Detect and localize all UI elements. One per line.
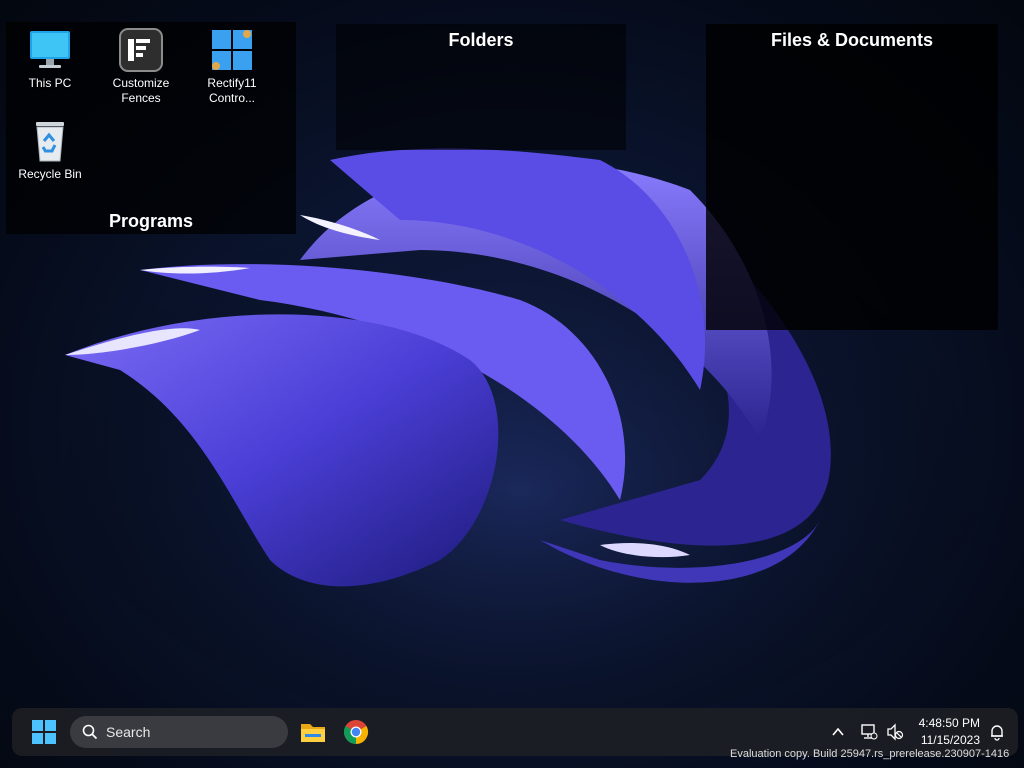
chevron-up-icon	[832, 727, 844, 736]
start-button[interactable]	[32, 720, 56, 744]
programs-fence-title: Programs	[108, 211, 194, 231]
desktop-icon-this-pc[interactable]: This PC	[10, 28, 90, 91]
desktop-icon-label: Recycle Bin	[18, 167, 82, 181]
desktop-icon-label: Customize Fences	[112, 76, 170, 105]
desktop-icon-recycle-bin[interactable]: Recycle Bin	[10, 119, 90, 182]
windows-logo-icon	[32, 720, 56, 744]
network-icon	[861, 724, 878, 740]
evaluation-watermark: Evaluation copy. Build 25947.rs_prerelea…	[730, 748, 1010, 760]
notifications-button[interactable]	[988, 723, 1006, 741]
network-button[interactable]	[860, 723, 878, 741]
notification-bell-icon	[991, 725, 1003, 741]
volume-button[interactable]	[886, 723, 904, 741]
desktop-icon-customize-fences[interactable]: Customize Fences	[101, 28, 181, 106]
search-placeholder: Search	[106, 724, 151, 740]
clock[interactable]: 4:48:50 PM 11/15/2023	[919, 715, 980, 749]
desktop-icon-label: This PC	[28, 76, 72, 90]
desktop-icon-rectify11[interactable]: Rectify11 Contro...	[192, 28, 272, 106]
clock-time: 4:48:50 PM	[918, 716, 980, 730]
clock-date: 11/15/2023	[920, 733, 980, 747]
volume-muted-icon	[887, 723, 904, 741]
show-hidden-icons-button[interactable]	[830, 724, 846, 740]
rectify11-icon	[210, 28, 254, 72]
folders-fence[interactable]: Folders	[336, 24, 626, 150]
folders-fence-title: Folders	[448, 30, 514, 50]
fences-icon	[119, 28, 163, 72]
search-input[interactable]: Search	[70, 716, 288, 748]
recycle-bin-icon	[28, 119, 72, 163]
file-explorer-button[interactable]	[299, 718, 327, 746]
desktop-icon-label: Rectify11 Contro...	[207, 76, 257, 105]
search-icon	[82, 724, 98, 740]
monitor-icon	[28, 28, 72, 72]
chrome-button[interactable]	[343, 719, 369, 745]
file-explorer-icon	[301, 724, 325, 742]
files-documents-fence-title: Files & Documents	[770, 30, 934, 50]
files-documents-fence[interactable]: Files & Documents	[706, 24, 998, 330]
chrome-icon	[343, 720, 369, 744]
